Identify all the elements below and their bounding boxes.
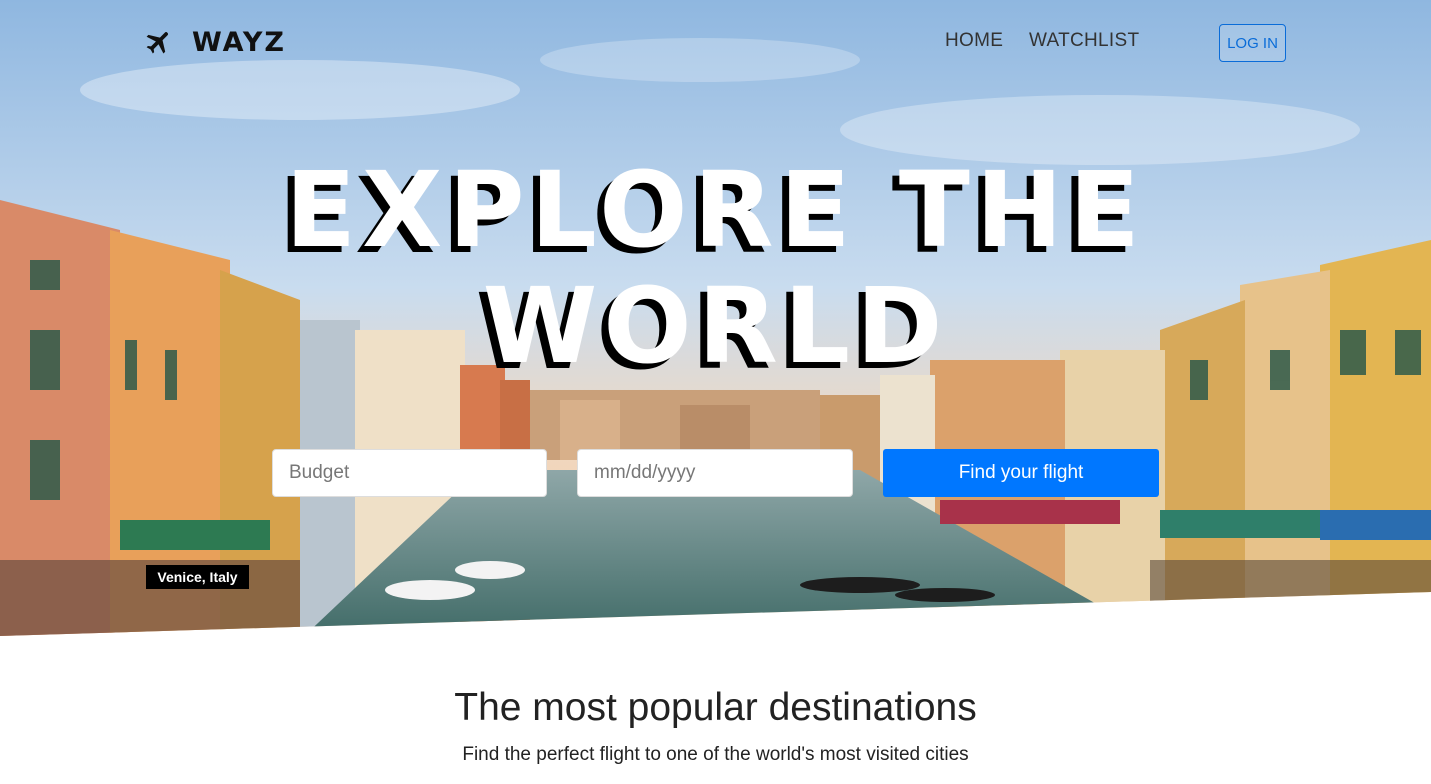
hero-headline-line1: EXPLORE THE — [285, 149, 1146, 271]
hero-section: WAYZ HOME WATCHLIST LOG IN EXPLORE THE W… — [0, 0, 1431, 636]
date-input[interactable] — [577, 449, 853, 497]
nav-watchlist-link[interactable]: WATCHLIST — [1029, 30, 1139, 52]
location-caption: Venice, Italy — [146, 565, 249, 589]
brand-logo[interactable]: WAYZ — [144, 24, 286, 60]
airplane-icon — [146, 32, 168, 54]
brand-name: WAYZ — [192, 26, 287, 58]
popular-destinations-title: The most popular destinations — [454, 686, 977, 729]
budget-input[interactable] — [272, 449, 547, 497]
find-flight-button[interactable]: Find your flight — [883, 449, 1159, 497]
hero-headline-line2: WORLD — [482, 265, 949, 387]
nav-home-link[interactable]: HOME — [945, 30, 1003, 52]
login-button[interactable]: LOG IN — [1219, 24, 1286, 62]
popular-destinations-subtitle: Find the perfect flight to one of the wo… — [462, 744, 969, 765]
